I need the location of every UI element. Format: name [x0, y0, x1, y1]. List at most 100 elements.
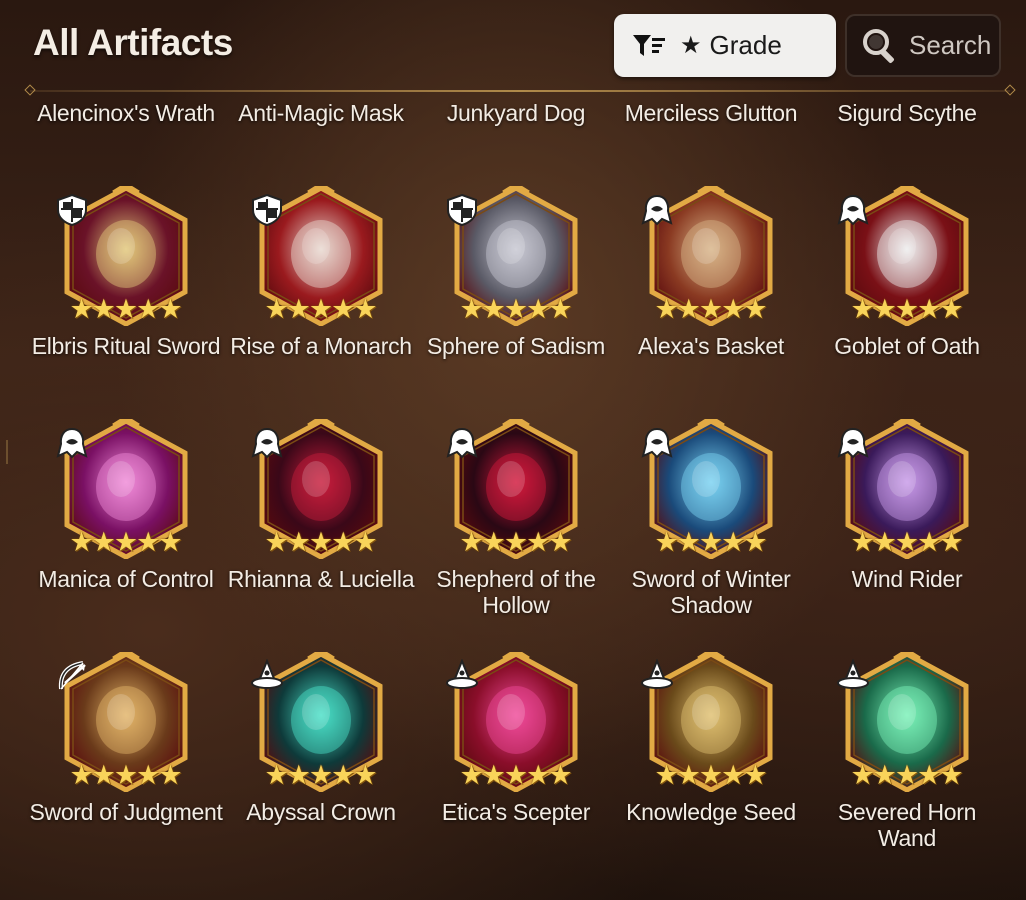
artifact-name: Anti-Magic Mask: [238, 100, 404, 126]
star-icon: ★: [158, 294, 183, 324]
star-rating: ★ ★ ★ ★ ★: [69, 294, 183, 324]
star-icon: ★: [743, 294, 768, 324]
artifact-name: Sword of Winter Shadow: [631, 566, 791, 618]
artifact-card[interactable]: ★ ★ ★ ★ ★ Rise of a Monarch: [223, 186, 419, 406]
star-icon: ★: [850, 294, 875, 324]
artifact-card[interactable]: ★★★★★Sigurd Scythe: [809, 93, 1005, 173]
artifact-card[interactable]: ★★★★★Junkyard Dog: [418, 93, 614, 173]
star-icon: ★: [939, 760, 964, 790]
artifact-image-frame: ★ ★ ★ ★ ★: [57, 186, 189, 326]
star-icon: ★: [872, 760, 897, 790]
star-icon: ★: [503, 294, 529, 324]
star-icon: ★: [459, 760, 484, 790]
star-icon: ★: [286, 527, 311, 557]
artifact-image-frame: ★ ★ ★ ★ ★: [837, 186, 970, 326]
star-icon: ★: [69, 760, 94, 790]
artifact-image-frame: ★ ★ ★ ★ ★: [446, 652, 579, 792]
star-icon: ★: [676, 527, 701, 557]
star-icon: ★: [286, 760, 311, 790]
star-icon: ★: [721, 294, 746, 324]
star-icon: ★: [158, 527, 183, 557]
star-icon: ★: [503, 527, 529, 557]
artifact-card[interactable]: ★★★★★Merciless Glutton: [613, 93, 809, 173]
hooded-thief-icon: [55, 426, 89, 460]
star-icon: ★: [872, 527, 897, 557]
artifact-name: Severed Horn Wand: [837, 799, 977, 851]
artifact-name: Sigurd Scythe: [837, 100, 977, 126]
star-icon: ★: [136, 760, 161, 790]
artifact-name: Abyssal Crown: [246, 799, 396, 825]
wizard-hat-icon: [250, 658, 284, 693]
artifact-grid[interactable]: ★★★★★Alencinox's Wrath★★★★★Anti-Magic Ma…: [0, 93, 1026, 900]
artifact-image-frame: ★ ★ ★ ★ ★: [251, 419, 384, 559]
artifact-card[interactable]: ★ ★ ★ ★ ★ Etica's Scepter: [418, 652, 614, 872]
wizard-hat-icon: [640, 658, 674, 693]
star-rating: ★ ★ ★ ★ ★: [264, 294, 378, 324]
artifact-card[interactable]: ★ ★ ★ ★ ★ Sword of Judgment: [28, 652, 224, 872]
artifact-card[interactable]: ★ ★ ★ ★ ★ Wind Rider: [809, 419, 1005, 639]
artifact-name: Etica's Scepter: [441, 799, 591, 825]
star-icon: ★: [331, 527, 356, 557]
star-icon: ★: [481, 527, 506, 557]
star-icon: ★: [676, 294, 701, 324]
star-icon: ★: [91, 527, 116, 557]
artifact-name: Sword of Judgment: [29, 799, 223, 825]
filter-sort-icon: [633, 34, 665, 56]
star-icon: ★: [894, 527, 920, 557]
star-icon: ★: [286, 294, 311, 324]
artifact-image-frame: ★ ★ ★ ★ ★: [56, 419, 189, 559]
star-icon: ★: [264, 760, 289, 790]
artifact-image-frame: ★ ★ ★ ★ ★: [641, 652, 774, 792]
artifact-card[interactable]: ★ ★ ★ ★ ★ Severed Horn Wand: [809, 652, 1005, 872]
star-icon: ★: [459, 527, 484, 557]
star-icon: ★: [654, 294, 679, 324]
star-icon: ★: [69, 527, 94, 557]
artifact-name: Elbris Ritual Sword: [31, 333, 221, 359]
star-icon: ★: [264, 527, 289, 557]
star-icon: ★: [698, 294, 724, 324]
knight-shield-icon: [445, 193, 479, 227]
star-icon: ★: [526, 527, 551, 557]
hooded-thief-icon: [836, 193, 870, 227]
artifact-card[interactable]: ★ ★ ★ ★ ★ Knowledge Seed: [613, 652, 809, 872]
artifact-card[interactable]: ★ ★ ★ ★ ★ Sphere of Sadism: [418, 186, 614, 406]
grade-sort-button[interactable]: ★ Grade: [614, 14, 836, 77]
artifact-image-frame: ★ ★ ★ ★ ★: [251, 652, 384, 792]
header-bar: All Artifacts ★ Grade Search: [0, 0, 1026, 92]
star-icon: ★: [481, 294, 506, 324]
star-icon: ★: [917, 294, 942, 324]
artifact-card[interactable]: ★★★★★Anti-Magic Mask: [223, 93, 419, 173]
star-icon: ★: [894, 294, 920, 324]
star-icon: ★: [113, 527, 139, 557]
hooded-thief-icon: [836, 426, 870, 460]
artifact-card[interactable]: ★ ★ ★ ★ ★ Alexa's Basket: [613, 186, 809, 406]
artifact-card[interactable]: ★ ★ ★ ★ ★ Abyssal Crown: [223, 652, 419, 872]
star-rating: ★ ★ ★ ★ ★: [459, 294, 572, 324]
search-icon: [863, 28, 894, 63]
artifact-card[interactable]: ★ ★ ★ ★ ★ Sword of Winter Shadow: [613, 419, 809, 639]
star-icon: ★: [308, 760, 334, 790]
star-icon: ★: [264, 294, 289, 324]
hooded-thief-icon: [445, 426, 479, 460]
artifact-card[interactable]: ★★★★★Alencinox's Wrath: [28, 93, 224, 173]
star-icon: ★: [353, 294, 378, 324]
search-button[interactable]: Search: [845, 14, 1001, 77]
page-title: All Artifacts: [33, 22, 233, 63]
artifact-name: Rise of a Monarch: [230, 333, 412, 359]
knight-shield-icon: [250, 193, 284, 227]
artifact-card[interactable]: ★ ★ ★ ★ ★ Goblet of Oath: [809, 186, 1005, 406]
artifact-card[interactable]: ★ ★ ★ ★ ★ Rhianna & Luciella: [223, 419, 419, 639]
star-icon: ★: [917, 527, 942, 557]
star-icon: ★: [91, 760, 116, 790]
artifact-image-frame: ★ ★ ★ ★ ★: [252, 186, 384, 326]
star-icon: ★: [331, 760, 356, 790]
star-icon: ★: [894, 760, 920, 790]
star-rating: ★ ★ ★ ★ ★: [69, 527, 183, 557]
star-icon: ★: [654, 760, 679, 790]
artifact-image-frame: ★ ★ ★ ★ ★: [837, 419, 970, 559]
artifact-card[interactable]: ★ ★ ★ ★ ★ Manica of Control: [28, 419, 224, 639]
star-rating: ★ ★ ★ ★ ★: [654, 294, 768, 324]
artifact-card[interactable]: ★ ★ ★ ★ ★ Elbris Ritual Sword: [28, 186, 224, 406]
artifact-card[interactable]: ★ ★ ★ ★ ★ Shepherd of the Hollow: [418, 419, 614, 639]
artifact-name: Manica of Control: [38, 566, 214, 592]
